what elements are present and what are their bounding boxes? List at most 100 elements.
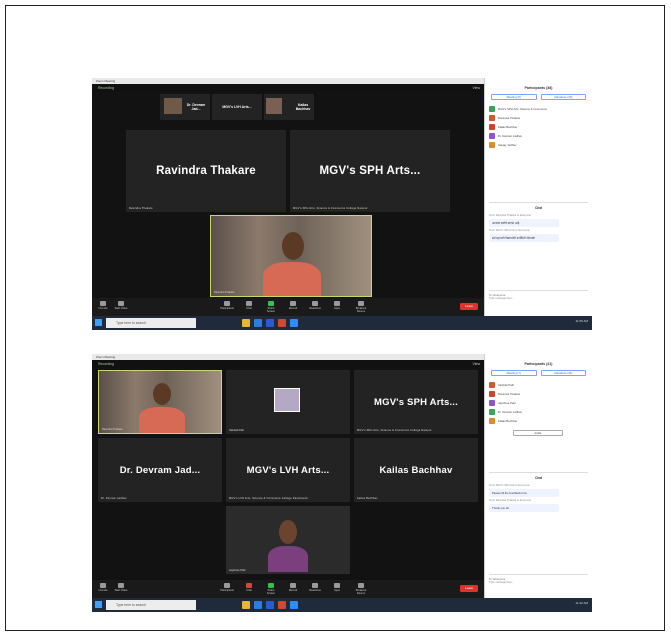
participant-tile[interactable]: MGV's LVH Arts... MGV's LVH Arts, Scienc…: [226, 438, 350, 502]
zoom-icon[interactable]: [290, 601, 298, 609]
tab-meeting[interactable]: Meeting (5): [491, 94, 537, 100]
chat-title: Chat: [489, 202, 588, 210]
breakout-rooms-button[interactable]: Breakout Rooms: [354, 583, 368, 595]
tile-caption: Ravindra Thakare: [102, 428, 123, 431]
folder-icon[interactable]: [242, 319, 250, 327]
participant-tile[interactable]: Dr. Devram Jad...: [160, 94, 210, 120]
participant-tile[interactable]: Vaishali Patil: [226, 370, 350, 434]
video-stage: Ravindra Thakare Vaishali Patil MGV's SP…: [92, 368, 484, 580]
tile-caption: MGV's SPH Arts, Science & Commerce Colle…: [357, 429, 432, 432]
chat-sender: From Ravindra Thakare to Everyone:: [489, 499, 532, 502]
zoom-screenshot-1: Zoom Meeting Recording View Dr. Devram J…: [92, 78, 592, 330]
record-button[interactable]: Record: [286, 301, 300, 313]
list-item[interactable]: Kailas Bachhav: [489, 122, 588, 131]
avatar: [489, 123, 495, 130]
participant-tile[interactable]: MGV's SPH Arts... MGV's SPH Arts, Scienc…: [354, 370, 478, 434]
powerpoint-icon[interactable]: [278, 319, 286, 327]
view-button[interactable]: View: [472, 84, 480, 92]
windows-start-icon[interactable]: [95, 601, 102, 608]
tray-clock[interactable]: 11:05 AM: [576, 319, 588, 323]
participant-video-tile[interactable]: Jayshree Patil: [226, 506, 350, 574]
record-button[interactable]: Record: [286, 583, 300, 595]
taskbar-search[interactable]: Type here to search: [106, 600, 196, 610]
panel-tabs: Meeting (7) Attendees (34): [491, 370, 586, 376]
breakout-rooms-button[interactable]: Breakout Rooms: [354, 301, 368, 313]
reactions-button[interactable]: Reactions: [308, 301, 322, 313]
participant-tile[interactable]: Ravindra Thakare Ravindra Thakare: [126, 130, 286, 212]
leave-button[interactable]: Leave: [460, 303, 478, 310]
taskbar-search[interactable]: Type here to search: [106, 318, 196, 328]
word-icon[interactable]: [266, 601, 274, 609]
tab-meeting[interactable]: Meeting (7): [491, 370, 537, 376]
invite-button[interactable]: Invite: [513, 430, 563, 436]
tray-clock[interactable]: 11:42 AM: [576, 601, 588, 605]
chat-input[interactable]: To: Everyone Type message here...: [489, 574, 588, 584]
chat-placeholder: Type message here...: [489, 297, 514, 300]
tab-attendees[interactable]: Attendees (34): [540, 370, 586, 376]
avatar: [489, 390, 495, 397]
unmute-button[interactable]: Unmute: [96, 301, 110, 313]
view-button[interactable]: View: [472, 360, 480, 368]
list-item[interactable]: MGV's SPH Arts, Science & Commerce: [489, 104, 588, 113]
recording-indicator[interactable]: Recording: [98, 362, 114, 366]
word-icon[interactable]: [266, 319, 274, 327]
folder-icon[interactable]: [242, 601, 250, 609]
participants-button[interactable]: Participants: [220, 301, 234, 313]
windows-start-icon[interactable]: [95, 319, 102, 326]
list-item[interactable]: Ravindra Thakare: [489, 113, 588, 122]
tab-attendees[interactable]: Attendees (33): [540, 94, 586, 100]
reactions-button[interactable]: Reactions: [308, 583, 322, 595]
profile-photo: [274, 388, 300, 412]
unmute-button[interactable]: Unmute: [96, 583, 110, 595]
speaker-head: [279, 520, 297, 544]
participant-name: Kailas Bachhav: [379, 464, 453, 476]
browser-icon[interactable]: [254, 319, 262, 327]
browser-icon[interactable]: [254, 601, 262, 609]
participant-list: Vaishali Patil Ravindra Thakare Jayshree…: [489, 380, 588, 425]
list-item[interactable]: Dr. Devram Jadhav: [489, 407, 588, 416]
share-icon: [268, 583, 274, 588]
chat-sender: From Ravindra Thakare to Everyone:: [489, 214, 532, 217]
apps-button[interactable]: Apps: [330, 301, 344, 313]
list-item[interactable]: Kailas Bachhav: [489, 416, 588, 425]
tile-caption: Jayshree Patil: [229, 569, 246, 572]
start-video-button[interactable]: Start Video: [114, 301, 128, 313]
participants-panel: Participants (41) Meeting (7) Attendees …: [484, 354, 592, 598]
chat-button[interactable]: Chat: [242, 301, 256, 313]
chat-message: सर्व सहभागी विद्यार्थ्यांनी उपस्थिती नों…: [489, 234, 559, 242]
participant-tile[interactable]: Dr. Devram Jad... Dr. Devram Jadhav: [98, 438, 222, 502]
start-video-button[interactable]: Start Video: [114, 583, 128, 595]
list-item[interactable]: Vaishali Patil: [489, 380, 588, 389]
tile-caption: Ravindra Thakare: [214, 291, 235, 294]
participant-tile[interactable]: Kailas Bachhav: [264, 94, 314, 120]
zoom-icon[interactable]: [290, 319, 298, 327]
apps-button[interactable]: Apps: [330, 583, 344, 595]
participant-tile[interactable]: Kailas Bachhav Kailas Bachhav: [354, 438, 478, 502]
share-screen-button[interactable]: Share Screen: [264, 583, 278, 595]
speaker-shirt: [139, 407, 185, 433]
share-screen-button[interactable]: Share Screen: [264, 301, 278, 313]
list-item[interactable]: Ravindra Thakare: [489, 389, 588, 398]
participant-name: Ravindra Thakare: [156, 165, 256, 177]
chat-title: Chat: [489, 472, 588, 480]
active-speaker-video[interactable]: Ravindra Thakare: [210, 215, 372, 297]
participant-name: MGV's LVH Arts...: [222, 105, 252, 109]
participants-button[interactable]: Participants: [220, 583, 234, 595]
list-item[interactable]: Jayshree Patil: [489, 398, 588, 407]
participant-video-tile[interactable]: Ravindra Thakare: [98, 370, 222, 434]
grid-icon: [358, 301, 364, 306]
participant-tile[interactable]: MGV's LVH Arts...: [212, 94, 262, 120]
list-item[interactable]: Sanjay Jadhav: [489, 140, 588, 149]
video-stage: Dr. Devram Jad... MGV's LVH Arts... Kail…: [92, 92, 484, 298]
list-item[interactable]: Dr. Devram Jadhav: [489, 131, 588, 140]
chat-sender: From MGV's SPH Arts to Everyone:: [489, 229, 530, 232]
meeting-controls: Unmute Start Video Participants Chat Sha…: [92, 298, 484, 316]
chat-button[interactable]: Chat: [242, 583, 256, 595]
participant-tile[interactable]: MGV's SPH Arts... MGV's SPH Arts, Scienc…: [290, 130, 450, 212]
recording-indicator[interactable]: Recording: [98, 86, 114, 90]
leave-button[interactable]: Leave: [460, 585, 478, 592]
windows-taskbar: Type here to search 11:05 AM: [92, 316, 592, 330]
powerpoint-icon[interactable]: [278, 601, 286, 609]
chat-input[interactable]: To: Everyone Type message here...: [489, 290, 588, 300]
camera-icon: [118, 301, 124, 306]
